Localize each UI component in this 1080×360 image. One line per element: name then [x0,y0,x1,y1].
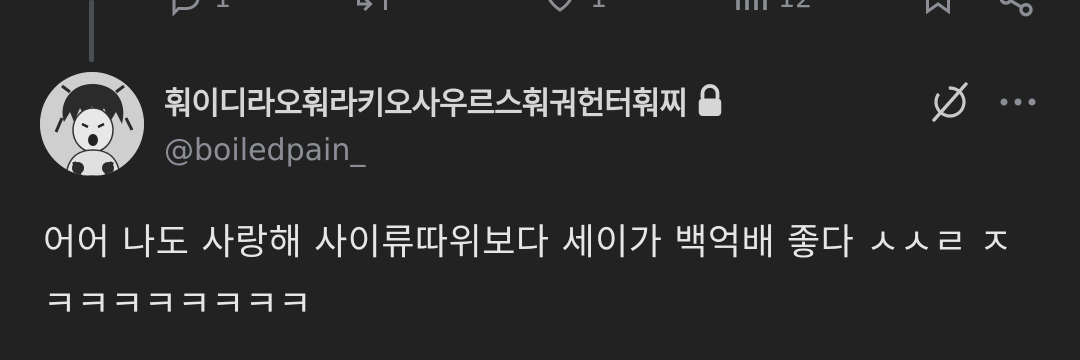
like-count: 1 [590,0,607,14]
views-button[interactable]: 12 [732,0,812,18]
lock-icon [698,83,722,116]
view-count: 12 [778,0,812,14]
reply-button[interactable]: 1 [168,0,231,18]
previous-tweet-action-bar: 1 1 12 [0,0,1080,18]
display-name-row[interactable]: 훠이디라오훠라키오사우르스훠궈헌터훠찌 [164,78,725,123]
reply-count: 1 [214,0,231,14]
share-icon [999,0,1033,17]
like-button[interactable]: 1 [540,0,607,18]
user-handle[interactable]: @boiledpain_ [164,133,365,168]
thread-connector-line [89,0,94,62]
retweet-icon [357,0,387,12]
views-icon [736,0,767,10]
heart-icon [548,0,572,12]
grok-icon[interactable] [926,78,974,126]
retweet-button[interactable] [350,0,394,18]
tweet-thread: 1 1 12 [0,0,1080,360]
bookmark-button[interactable] [920,0,956,18]
reply-icon [172,0,200,16]
share-button[interactable] [996,0,1036,18]
more-icon[interactable] [998,82,1038,122]
display-name[interactable]: 훠이디라오훠라키오사우르스훠궈헌터훠찌 [164,78,688,123]
bookmark-icon [926,0,950,15]
avatar-illustration [40,72,144,176]
avatar[interactable] [40,72,144,176]
tweet-text: 어어 나도 사랑해 사이류따위보다 세이가 백억배 좋다 ㅅㅅㄹ ㅈㅋㅋㅋㅋㅋㅋ… [43,222,1013,325]
